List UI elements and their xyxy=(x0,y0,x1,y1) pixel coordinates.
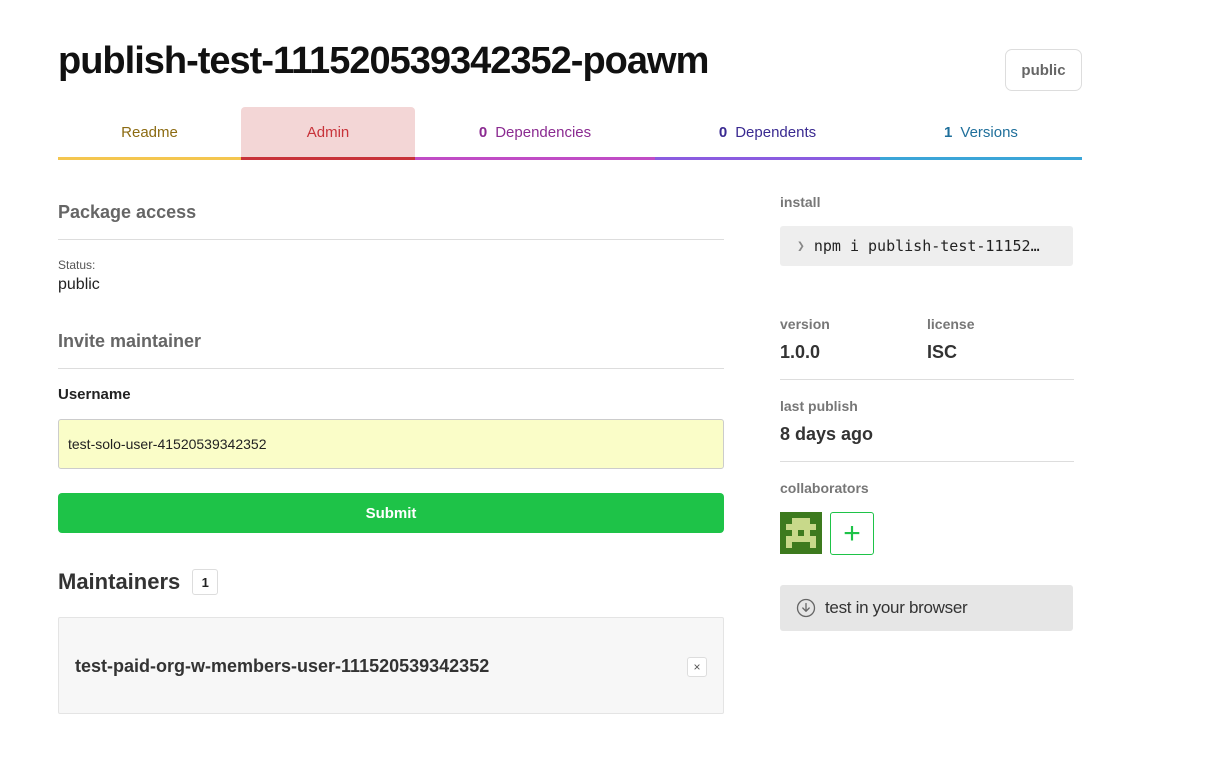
version-label: version xyxy=(780,316,830,332)
tab-versions[interactable]: 1 Versions xyxy=(880,107,1082,160)
maintainers-heading: Maintainers 1 xyxy=(58,569,219,595)
chevron-right-icon: ❯ xyxy=(797,238,805,254)
license-value: ISC xyxy=(927,342,958,362)
invite-maintainer-heading: Invite maintainer xyxy=(58,331,202,351)
package-access-heading: Package access xyxy=(58,202,197,222)
download-circle-icon xyxy=(796,598,816,618)
tab-count: 0 xyxy=(718,123,728,141)
tab-label: Readme xyxy=(121,123,178,141)
tab-dependents[interactable]: 0 Dependents xyxy=(655,107,880,160)
collaborators-label: collaborators xyxy=(780,480,869,496)
tab-label: Versions xyxy=(960,123,1018,141)
tab-count: 0 xyxy=(478,123,488,141)
package-tabs: Readme Admin 0 Dependencies 0 Dependents… xyxy=(58,107,1082,160)
license-label: license xyxy=(927,316,975,332)
tab-label: Dependents xyxy=(735,123,817,141)
divider xyxy=(780,461,1074,462)
test-in-browser-label: test in your browser xyxy=(825,598,968,617)
test-in-browser-button[interactable]: test in your browser xyxy=(780,585,1073,631)
tab-dependencies[interactable]: 0 Dependencies xyxy=(415,107,655,160)
install-command: npm i publish-test-111520539342352-poawm xyxy=(813,237,1046,255)
maintainer-card: test-paid-org-w-members-user-11152053934… xyxy=(58,617,724,714)
maintainers-count-badge: 1 xyxy=(192,569,219,595)
tab-label: Dependencies xyxy=(495,123,592,141)
identicon-avatar xyxy=(780,512,822,554)
username-label: Username xyxy=(58,386,131,403)
tab-admin[interactable]: Admin xyxy=(241,107,415,160)
install-command-box[interactable]: ❯ npm i publish-test-111520539342352-poa… xyxy=(780,226,1073,266)
version-value: 1.0.0 xyxy=(780,342,821,362)
collaborator-avatar[interactable] xyxy=(780,512,822,554)
maintainers-title: Maintainers xyxy=(58,569,181,594)
tab-label: Admin xyxy=(306,123,350,141)
tab-count: 1 xyxy=(944,123,953,141)
maintainer-name: test-paid-org-w-members-user-11152053934… xyxy=(75,656,490,676)
tab-readme[interactable]: Readme xyxy=(58,107,241,160)
install-label: install xyxy=(780,194,821,210)
last-publish-label: last publish xyxy=(780,398,858,414)
submit-button[interactable]: Submit xyxy=(58,493,724,533)
username-input[interactable] xyxy=(58,419,724,469)
divider xyxy=(58,368,724,369)
status-label: Status: xyxy=(58,258,96,272)
last-publish-value: 8 days ago xyxy=(780,424,874,444)
package-title: publish-test-111520539342352-poawm xyxy=(58,40,709,82)
divider xyxy=(58,239,724,240)
divider xyxy=(780,379,1074,380)
remove-maintainer-button[interactable]: × xyxy=(687,657,707,677)
status-value: public xyxy=(58,276,100,293)
visibility-badge: public xyxy=(1005,49,1082,91)
add-collaborator-button[interactable]: + xyxy=(830,512,874,555)
